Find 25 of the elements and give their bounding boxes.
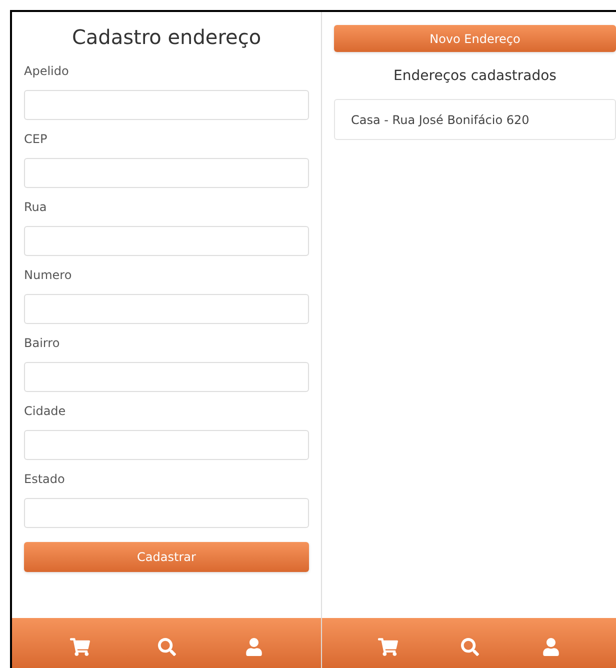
form-title: Cadastro endereço — [70, 24, 262, 51]
search-icon[interactable] — [460, 638, 479, 656]
field-label: Numero — [24, 267, 73, 284]
address-item[interactable]: Casa - Rua José Bonifácio 620 — [334, 99, 616, 140]
user-icon[interactable] — [542, 638, 560, 656]
field-label: CEP — [24, 131, 48, 148]
input-field[interactable] — [24, 362, 309, 392]
cart-icon[interactable] — [70, 637, 90, 657]
register-button[interactable]: Cadastrar — [24, 542, 309, 572]
field-label: Rua — [24, 199, 48, 216]
input-field[interactable] — [24, 294, 309, 324]
field-label: Cidade — [24, 403, 67, 420]
field-label: Apelido — [24, 63, 70, 80]
user-icon[interactable] — [244, 638, 263, 656]
field-label: Bairro — [24, 335, 61, 352]
cart-icon[interactable] — [378, 637, 398, 657]
field-label: Estado — [24, 471, 66, 488]
input-field[interactable] — [24, 226, 309, 256]
list-title: Endereços cadastrados — [392, 67, 558, 86]
input-field[interactable] — [24, 158, 309, 188]
input-field[interactable] — [24, 90, 309, 120]
input-field[interactable] — [24, 498, 309, 528]
search-icon[interactable] — [158, 638, 176, 656]
new-address-button[interactable]: Novo Endereço — [334, 25, 616, 52]
input-field[interactable] — [24, 430, 309, 460]
